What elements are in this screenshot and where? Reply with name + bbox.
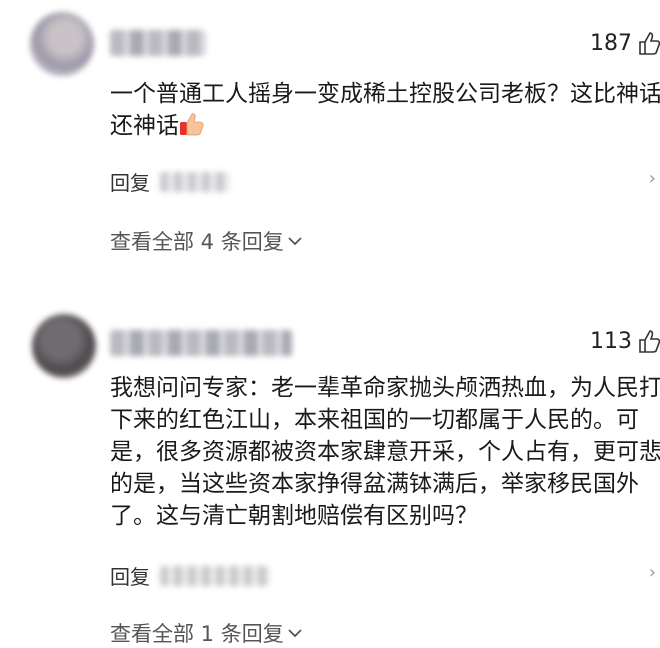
thumbs-up-outline-icon — [639, 32, 660, 55]
comment-text: 我想问问专家：老一辈革命家抛头颅洒热血，为人民打 下来的红色江山，本来祖国的一切… — [110, 375, 660, 529]
view-all-replies-button[interactable]: 查看全部 1 条回复 — [110, 618, 302, 648]
view-replies-label: 查看全部 4 条回复 — [110, 230, 284, 254]
avatar[interactable] — [32, 314, 96, 378]
username-blurred[interactable] — [110, 30, 206, 56]
reply-button[interactable]: 回复 — [110, 167, 150, 196]
thumbs-up-outline-icon — [639, 330, 660, 353]
timestamp-blurred — [160, 565, 270, 586]
like-button[interactable]: 113 — [590, 328, 660, 354]
reply-row: 回复 — [110, 561, 270, 590]
like-count: 113 — [590, 328, 632, 354]
chevron-down-icon — [288, 237, 302, 246]
avatar[interactable] — [30, 12, 94, 76]
reply-button[interactable]: 回复 — [110, 561, 150, 590]
like-count: 187 — [590, 30, 632, 56]
more-icon[interactable]: › — [649, 168, 656, 189]
timestamp-blurred — [160, 171, 230, 192]
reply-row: 回复 — [110, 167, 230, 196]
comment-text: 一个普通工人摇身一变成稀土控股公司老板？这比神话 还神话 — [110, 81, 660, 139]
view-all-replies-button[interactable]: 查看全部 4 条回复 — [110, 226, 302, 256]
chevron-down-icon — [288, 629, 302, 638]
thumbs-up-emoji-icon — [180, 113, 204, 136]
like-button[interactable]: 187 — [590, 30, 660, 56]
view-replies-label: 查看全部 1 条回复 — [110, 622, 284, 646]
more-icon[interactable]: › — [649, 562, 656, 583]
username-blurred[interactable] — [110, 330, 292, 356]
